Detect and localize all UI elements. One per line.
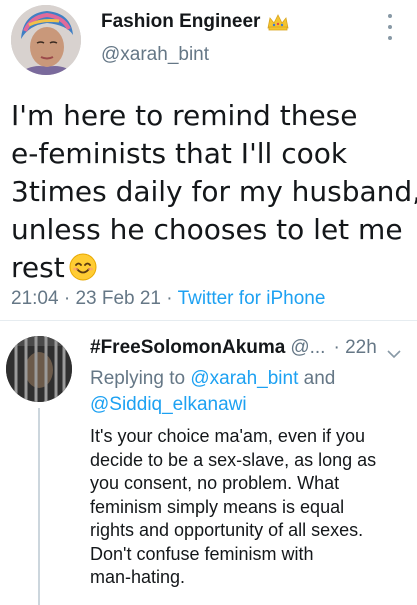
tweet-line: unless he chooses to let me [11, 213, 403, 246]
reply-line: Don't confuse feminism with [90, 543, 314, 564]
author-handle[interactable]: @xarah_bint [101, 44, 209, 66]
reply-time[interactable]: · 22h [333, 337, 376, 359]
mention-link[interactable]: @Siddiq_elkanawi [90, 394, 247, 415]
author-name-text[interactable]: Fashion Engineer [101, 11, 260, 33]
tweet-meta: 21:04 · 23 Feb 21 · Twitter for iPhone [11, 288, 325, 310]
divider [0, 320, 417, 321]
crown-icon [266, 13, 290, 31]
replying-prefix: Replying to [90, 368, 186, 389]
more-options-icon[interactable] [383, 14, 397, 40]
replying-to: Replying to @xarah_bint and @Siddiq_elka… [90, 366, 335, 418]
thread-line [38, 408, 40, 605]
tweet-line: rest [11, 251, 65, 284]
mention-link[interactable]: @xarah_bint [190, 368, 298, 389]
more-dot [388, 25, 392, 29]
reply-line: man-hating. [90, 567, 186, 587]
reply-time-value: 22h [345, 337, 377, 358]
chevron-down-icon[interactable] [387, 343, 401, 359]
reply-text: It's your choice ma'am, even if you deci… [90, 425, 415, 590]
more-dot [388, 36, 392, 40]
tweet-line: I'm here to remind these [11, 99, 358, 132]
tweet-line: 3times daily for my husband, [11, 175, 417, 208]
tweet-text: I'm here to remind these e-feminists tha… [11, 97, 417, 287]
tweet-date[interactable]: 23 Feb 21 [75, 288, 161, 309]
tweet-line: e-feminists that I'll cook [11, 137, 348, 170]
reply-author-name[interactable]: #FreeSolomonAkuma [90, 337, 285, 359]
meta-separator: · [166, 288, 173, 309]
smiling-face-icon [69, 253, 97, 281]
more-dot [388, 14, 392, 18]
author-avatar[interactable] [11, 5, 81, 75]
meta-separator: · [63, 288, 71, 309]
reply-line: It's your choice ma'am, even if you [90, 426, 365, 446]
reply-header: #FreeSolomonAkuma @... · 22h [90, 337, 401, 359]
reply-author-avatar[interactable] [6, 336, 72, 402]
author-name[interactable]: Fashion Engineer [101, 11, 290, 33]
replying-and: and [303, 368, 336, 389]
reply-line: rights and opportunity of all sexes. [90, 520, 364, 540]
reply-line: feminism simply means is equal [90, 496, 345, 517]
reply-line: you consent, no problem. What [90, 473, 340, 493]
tweet-line-last: rest [11, 249, 411, 287]
reply-author-handle[interactable]: @... [290, 337, 325, 359]
tweet-time[interactable]: 21:04 [11, 288, 59, 309]
reply-line: decide to be a sex-slave, as long as [90, 449, 377, 470]
tweet-source-link[interactable]: Twitter for iPhone [178, 288, 326, 309]
